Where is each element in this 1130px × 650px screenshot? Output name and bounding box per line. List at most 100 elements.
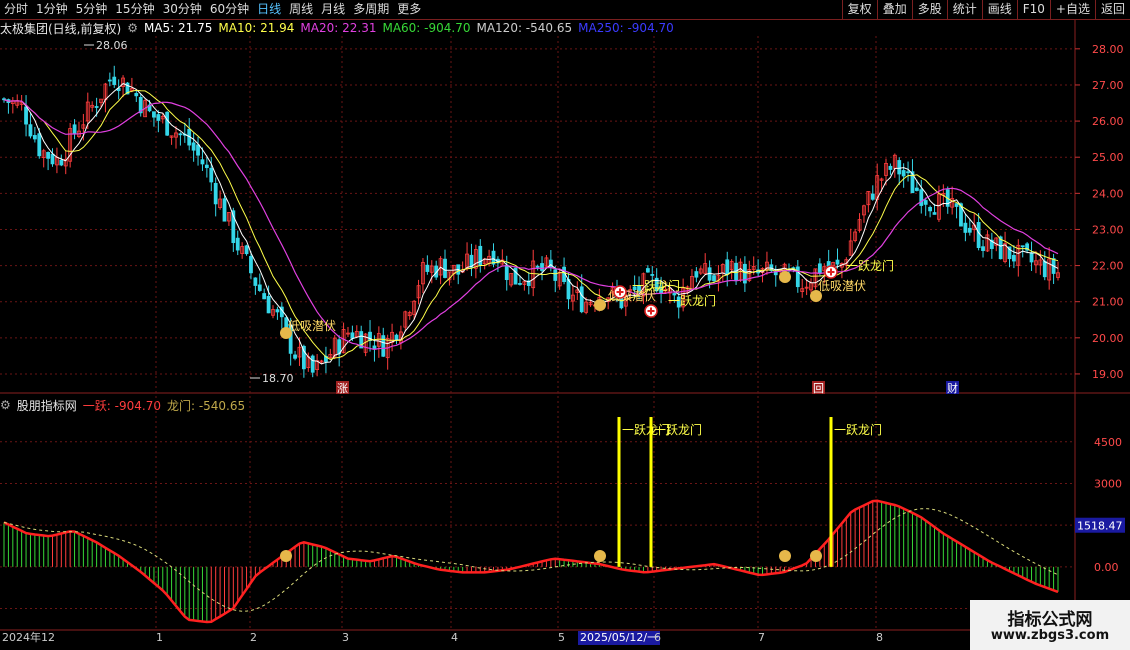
- candle-body: [196, 144, 200, 156]
- moneybag-icon: [779, 271, 791, 283]
- price-tick-label: 19.00: [1092, 368, 1124, 381]
- candle-body: [901, 170, 906, 177]
- candle-body: [275, 309, 280, 313]
- kline-chart[interactable]: 28.00 27.00 26.00 25.00 24.00 23.00 22.00 21.00…: [0, 0, 1130, 650]
- price-tick-label: 26.00: [1092, 115, 1124, 128]
- candle-body: [981, 246, 985, 251]
- candle-body: [914, 187, 919, 191]
- date-label-5: 5: [558, 631, 565, 644]
- date-label-3: 3: [342, 631, 349, 644]
- candle-body: [156, 114, 161, 121]
- candle-body: [266, 295, 271, 314]
- candle-body: [870, 193, 875, 200]
- price-tick-label: 24.00: [1092, 187, 1124, 200]
- candle-body: [37, 133, 42, 157]
- candle-body: [24, 106, 28, 125]
- watermark-title: 指标公式网: [1007, 610, 1093, 630]
- candle-body: [923, 200, 928, 205]
- candle-body: [976, 222, 981, 248]
- price-tick-label: 25.00: [1092, 151, 1124, 164]
- event-marker-label: 回: [813, 382, 824, 395]
- ma20-line: [3, 99, 1059, 351]
- signal-label: 低吸潜伏: [288, 319, 336, 333]
- candle-body: [518, 283, 522, 285]
- signal-bar-label: 一跃龙门: [654, 422, 702, 437]
- candle-body: [394, 334, 399, 341]
- candle-body: [107, 79, 112, 82]
- price-tick-label: 22.00: [1092, 260, 1124, 273]
- candle-body: [209, 167, 214, 183]
- candle-body: [28, 124, 33, 137]
- candle-body: [32, 135, 37, 140]
- candle-body: [897, 160, 902, 175]
- price-tick-label: 21.00: [1092, 296, 1124, 309]
- candle-body: [650, 274, 655, 276]
- candle-body: [1029, 252, 1034, 263]
- candle-body: [906, 171, 910, 174]
- date-label-7: 6: [654, 631, 661, 644]
- candle-body: [963, 222, 968, 233]
- candle-body: [919, 189, 924, 206]
- watermark-url: www.zbgs3.com: [990, 628, 1110, 643]
- candle-body: [504, 264, 509, 281]
- candle-body: [645, 268, 650, 273]
- price-tick-label: 27.00: [1092, 79, 1124, 92]
- candle-body: [954, 203, 959, 207]
- moneybag-icon: [280, 327, 292, 339]
- candle-body: [694, 271, 699, 278]
- date-label-8: 7: [758, 631, 765, 644]
- candle-body: [152, 111, 156, 118]
- current-value-label: 1518.47: [1077, 520, 1123, 533]
- candle-body: [535, 265, 540, 268]
- candle-body: [249, 256, 253, 274]
- candle-body: [257, 284, 262, 291]
- date-label-0: 2024年12: [2, 631, 55, 644]
- event-marker-label: 涨: [337, 382, 348, 395]
- date-axis: 2024年12 1 2 3 4 5 2025/05/12/一 6 7 8: [0, 631, 1075, 650]
- date-label-1: 1: [156, 631, 163, 644]
- candle-body: [888, 165, 893, 170]
- candle-body: [725, 259, 730, 275]
- moneybag-icon: [779, 550, 791, 562]
- candle-body: [200, 159, 205, 165]
- moneybag-icon: [810, 290, 822, 302]
- candle-body: [244, 245, 249, 255]
- high-price-label: 28.06: [96, 39, 128, 52]
- candle-body: [540, 263, 544, 271]
- candle-body: [72, 124, 77, 135]
- candle-body: [425, 264, 430, 272]
- moneybag-icon: [280, 550, 292, 562]
- price-tick-label: 20.00: [1092, 332, 1124, 345]
- candle-body: [350, 332, 355, 339]
- candle-body: [932, 212, 937, 215]
- candle-body: [372, 345, 377, 350]
- signal-label: 一跃龙门: [632, 278, 680, 293]
- candle-body: [178, 133, 183, 136]
- candle-body: [566, 279, 571, 300]
- candle-body: [134, 93, 139, 97]
- candle-body: [381, 335, 386, 357]
- signal-label: 低吸潜伏: [818, 279, 866, 293]
- date-label-2: 2: [250, 631, 257, 644]
- candle-body: [59, 159, 64, 166]
- candle-body: [928, 206, 933, 212]
- candle-body: [191, 142, 196, 151]
- signal-label: 一跃龙门: [846, 258, 894, 273]
- watermark-logo: 指标公式网 www.zbgs3.com: [970, 600, 1130, 650]
- candle-body: [253, 277, 258, 286]
- price-tick-label: 23.00: [1092, 223, 1124, 236]
- candle-body: [817, 263, 822, 274]
- ma5-line: [3, 82, 1059, 365]
- signal-bar-label: 一跃龙门: [834, 422, 882, 437]
- candle-body: [204, 164, 209, 169]
- candle-body: [835, 259, 840, 265]
- candle-body: [262, 293, 267, 300]
- date-label-6: 2025/05/12/一: [578, 631, 661, 645]
- candle-body: [222, 198, 227, 222]
- candle-body: [1011, 254, 1016, 262]
- candle-body: [50, 153, 55, 165]
- moneybag-icon: [594, 299, 606, 311]
- candle-body: [1020, 245, 1025, 248]
- price-tick-label: 28.00: [1092, 43, 1124, 56]
- candle-body: [712, 275, 716, 282]
